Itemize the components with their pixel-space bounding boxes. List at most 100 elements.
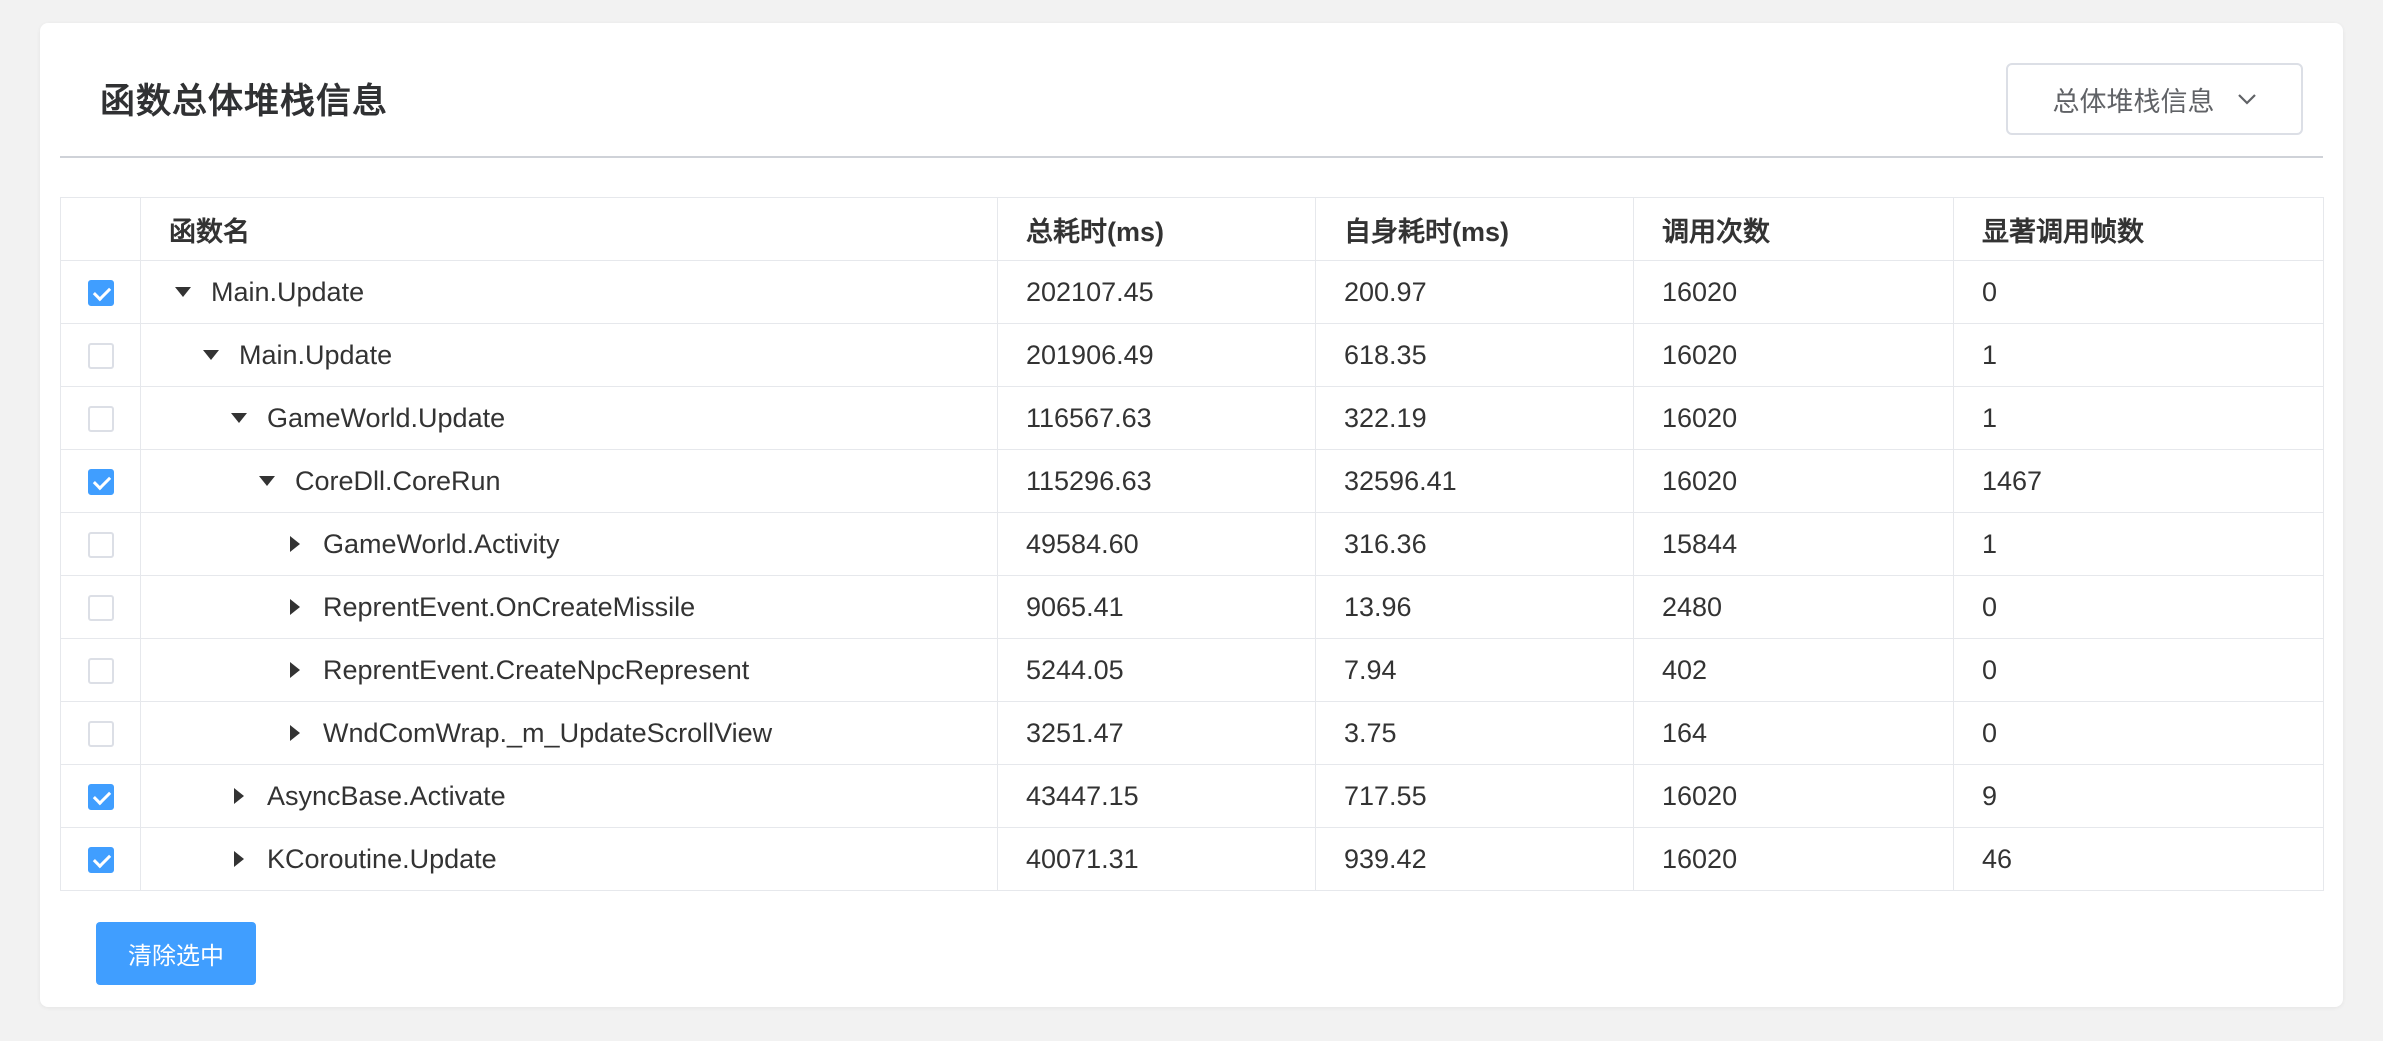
function-name: GameWorld.Update (267, 402, 506, 433)
table-row[interactable]: GameWorld.Update 116567.63 322.19 16020 1 (60, 386, 2324, 450)
column-header-function-name[interactable]: 函数名 (140, 197, 998, 261)
table-row[interactable]: Main.Update 202107.45 200.97 16020 0 (60, 260, 2324, 324)
row-checkbox[interactable] (87, 847, 114, 874)
row-checkbox[interactable] (87, 721, 114, 748)
total-time-cell: 116567.63 (997, 386, 1316, 450)
total-time-cell: 201906.49 (997, 323, 1316, 387)
table-row[interactable]: AsyncBase.Activate 43447.15 717.55 16020 9 (60, 764, 2324, 828)
stack-info-card: 函数总体堆栈信息 总体堆栈信息 函数名 总耗时(ms) 自身耗时(ms) 调用次… (40, 23, 2343, 1007)
row-checkbox[interactable] (87, 280, 114, 307)
notable-frames-cell: 0 (1953, 701, 2324, 765)
notable-frames-cell: 1 (1953, 323, 2324, 387)
row-checkbox-cell (60, 512, 141, 576)
function-name: ReprentEvent.OnCreateMissile (323, 591, 696, 622)
stack-table-wrapper: 函数名 总耗时(ms) 自身耗时(ms) 调用次数 显著调用帧数 Main.Up… (60, 197, 2324, 891)
column-header-notable-frames[interactable]: 显著调用帧数 (1953, 197, 2324, 261)
function-name: CoreDll.CoreRun (295, 465, 501, 496)
caret-right-icon[interactable] (281, 593, 309, 621)
caret-down-icon[interactable] (197, 341, 225, 369)
function-name-cell: ReprentEvent.CreateNpcRepresent (140, 638, 998, 702)
total-time-cell: 40071.31 (997, 827, 1316, 891)
function-name: Main.Update (239, 339, 393, 370)
row-checkbox[interactable] (87, 469, 114, 496)
total-time-cell: 5244.05 (997, 638, 1316, 702)
table-row[interactable]: WndComWrap._m_UpdateScrollView 3251.47 3.7… (60, 701, 2324, 765)
row-checkbox-cell (60, 827, 141, 891)
function-name-cell: GameWorld.Update (140, 386, 998, 450)
view-select-dropdown[interactable]: 总体堆栈信息 (2006, 63, 2303, 135)
card-header: 函数总体堆栈信息 总体堆栈信息 (60, 23, 2323, 158)
caret-down-icon[interactable] (225, 404, 253, 432)
row-checkbox[interactable] (87, 658, 114, 685)
total-time-cell: 115296.63 (997, 449, 1316, 513)
call-count-cell: 16020 (1633, 449, 1954, 513)
clear-selection-button[interactable]: 清除选中 (96, 922, 256, 985)
self-time-cell: 7.94 (1315, 638, 1634, 702)
row-checkbox-cell (60, 701, 141, 765)
self-time-cell: 13.96 (1315, 575, 1634, 639)
function-name: AsyncBase.Activate (267, 780, 506, 811)
table-body: Main.Update 202107.45 200.97 16020 0 Main.Upd… (60, 260, 2324, 891)
notable-frames-cell: 9 (1953, 764, 2324, 828)
self-time-cell: 200.97 (1315, 260, 1634, 324)
call-count-cell: 16020 (1633, 764, 1954, 828)
function-name: ReprentEvent.CreateNpcRepresent (323, 654, 750, 685)
function-name-cell: AsyncBase.Activate (140, 764, 998, 828)
call-count-cell: 164 (1633, 701, 1954, 765)
table-row[interactable]: CoreDll.CoreRun 115296.63 32596.41 16020 146… (60, 449, 2324, 513)
chevron-down-icon (2237, 93, 2257, 105)
row-checkbox[interactable] (87, 532, 114, 559)
table-row[interactable]: KCoroutine.Update 40071.31 939.42 16020 46 (60, 827, 2324, 891)
row-checkbox-cell (60, 260, 141, 324)
table-row[interactable]: GameWorld.Activity 49584.60 316.36 15844 1 (60, 512, 2324, 576)
notable-frames-cell: 0 (1953, 260, 2324, 324)
caret-right-icon[interactable] (281, 530, 309, 558)
function-name: WndComWrap._m_UpdateScrollView (323, 717, 773, 748)
function-name-cell: Main.Update (140, 323, 998, 387)
header-checkbox-cell (60, 197, 141, 261)
notable-frames-cell: 1 (1953, 512, 2324, 576)
caret-right-icon[interactable] (225, 782, 253, 810)
caret-right-icon[interactable] (225, 845, 253, 873)
total-time-cell: 49584.60 (997, 512, 1316, 576)
function-name-cell: WndComWrap._m_UpdateScrollView (140, 701, 998, 765)
caret-right-icon[interactable] (281, 719, 309, 747)
self-time-cell: 32596.41 (1315, 449, 1634, 513)
function-name: Main.Update (211, 276, 365, 307)
caret-right-icon[interactable] (281, 656, 309, 684)
total-time-cell: 202107.45 (997, 260, 1316, 324)
row-checkbox[interactable] (87, 406, 114, 433)
row-checkbox[interactable] (87, 784, 114, 811)
function-name-cell: GameWorld.Activity (140, 512, 998, 576)
row-checkbox-cell (60, 386, 141, 450)
total-time-cell: 9065.41 (997, 575, 1316, 639)
self-time-cell: 618.35 (1315, 323, 1634, 387)
table-row[interactable]: ReprentEvent.OnCreateMissile 9065.41 13.96… (60, 575, 2324, 639)
self-time-cell: 939.42 (1315, 827, 1634, 891)
column-header-call-count[interactable]: 调用次数 (1633, 197, 1954, 261)
call-count-cell: 16020 (1633, 260, 1954, 324)
self-time-cell: 717.55 (1315, 764, 1634, 828)
total-time-cell: 3251.47 (997, 701, 1316, 765)
caret-down-icon[interactable] (253, 467, 281, 495)
call-count-cell: 16020 (1633, 386, 1954, 450)
caret-down-icon[interactable] (169, 278, 197, 306)
self-time-cell: 322.19 (1315, 386, 1634, 450)
function-name-cell: ReprentEvent.OnCreateMissile (140, 575, 998, 639)
notable-frames-cell: 46 (1953, 827, 2324, 891)
function-name: KCoroutine.Update (267, 843, 497, 874)
row-checkbox[interactable] (87, 343, 114, 370)
table-row[interactable]: ReprentEvent.CreateNpcRepresent 5244.05 7.… (60, 638, 2324, 702)
call-count-cell: 16020 (1633, 323, 1954, 387)
call-count-cell: 402 (1633, 638, 1954, 702)
table-row[interactable]: Main.Update 201906.49 618.35 16020 1 (60, 323, 2324, 387)
self-time-cell: 316.36 (1315, 512, 1634, 576)
column-header-self-time[interactable]: 自身耗时(ms) (1315, 197, 1634, 261)
notable-frames-cell: 1467 (1953, 449, 2324, 513)
page-title: 函数总体堆栈信息 (100, 82, 389, 121)
function-name-cell: Main.Update (140, 260, 998, 324)
column-header-total-time[interactable]: 总耗时(ms) (997, 197, 1316, 261)
function-name: GameWorld.Activity (323, 528, 560, 559)
row-checkbox[interactable] (87, 595, 114, 622)
call-count-cell: 15844 (1633, 512, 1954, 576)
